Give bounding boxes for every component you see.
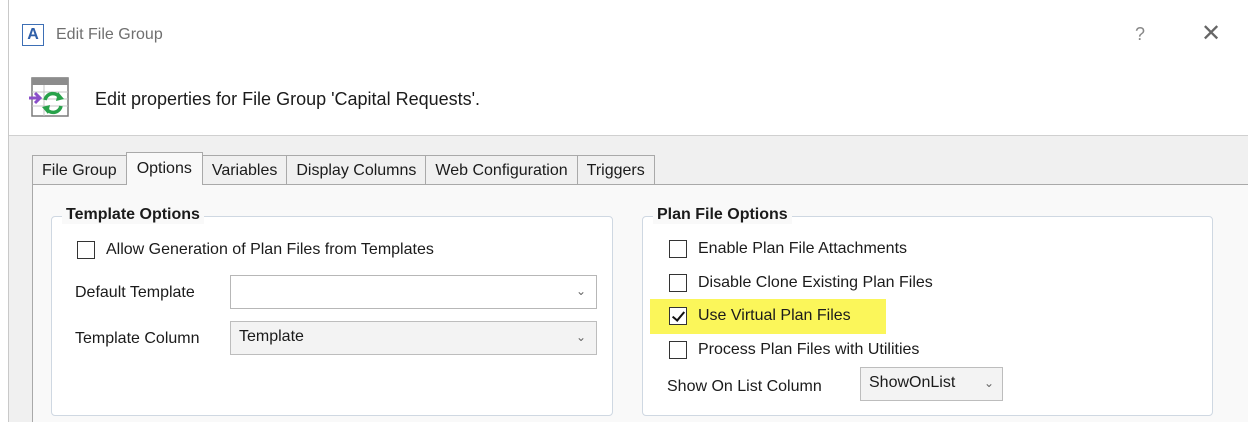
template-column-dropdown[interactable]: Template ⌄: [230, 321, 597, 355]
show-on-list-value: ShowOnList: [869, 374, 956, 391]
default-template-label: Default Template: [75, 284, 195, 301]
enable-attachments-label: Enable Plan File Attachments: [698, 240, 908, 257]
disable-clone-checkbox[interactable]: [669, 274, 687, 292]
process-utilities-label: Process Plan Files with Utilities: [698, 341, 920, 358]
close-button[interactable]: ✕: [1196, 20, 1226, 48]
chevron-down-icon: ⌄: [983, 376, 994, 390]
tab-strip: File Group Options Variables Display Col…: [32, 152, 655, 185]
disable-clone-label: Disable Clone Existing Plan Files: [698, 274, 933, 291]
use-virtual-plan-files-checkbox[interactable]: [669, 307, 687, 325]
disable-clone-checkbox-row[interactable]: Disable Clone Existing Plan Files: [669, 274, 933, 292]
tab-file-group[interactable]: File Group: [32, 155, 127, 185]
chevron-down-icon: ⌄: [575, 330, 586, 344]
process-utilities-checkbox[interactable]: [669, 341, 687, 359]
show-on-list-label: Show On List Column: [667, 378, 822, 395]
tab-options[interactable]: Options: [125, 152, 203, 185]
process-utilities-checkbox-row[interactable]: Process Plan Files with Utilities: [669, 341, 919, 359]
show-on-list-dropdown[interactable]: ShowOnList ⌄: [860, 367, 1003, 401]
template-options-title: Template Options: [62, 206, 204, 224]
template-column-label: Template Column: [75, 330, 200, 347]
enable-attachments-checkbox-row[interactable]: Enable Plan File Attachments: [669, 240, 907, 258]
help-button[interactable]: ?: [1128, 22, 1152, 46]
file-group-icon: [29, 77, 69, 117]
default-template-dropdown[interactable]: ⌄: [230, 275, 597, 309]
allow-generation-label: Allow Generation of Plan Files from Temp…: [106, 241, 434, 258]
chevron-down-icon: ⌄: [575, 284, 586, 298]
tab-variables[interactable]: Variables: [201, 155, 288, 185]
allow-generation-checkbox-row[interactable]: Allow Generation of Plan Files from Temp…: [77, 241, 434, 259]
tab-web-configuration[interactable]: Web Configuration: [425, 155, 578, 185]
use-virtual-plan-files-label: Use Virtual Plan Files: [698, 307, 851, 324]
enable-attachments-checkbox[interactable]: [669, 240, 687, 258]
title-bar: [9, 0, 1248, 70]
plan-file-options-title: Plan File Options: [653, 206, 792, 224]
tab-triggers[interactable]: Triggers: [576, 155, 655, 185]
window-title: Edit File Group: [56, 26, 163, 43]
header-description: Edit properties for File Group 'Capital …: [95, 89, 481, 109]
allow-generation-checkbox[interactable]: [77, 241, 95, 259]
use-virtual-plan-files-checkbox-row[interactable]: Use Virtual Plan Files: [669, 307, 851, 325]
tab-display-columns[interactable]: Display Columns: [286, 155, 427, 185]
template-column-value: Template: [239, 328, 304, 345]
app-icon: A: [22, 24, 44, 46]
